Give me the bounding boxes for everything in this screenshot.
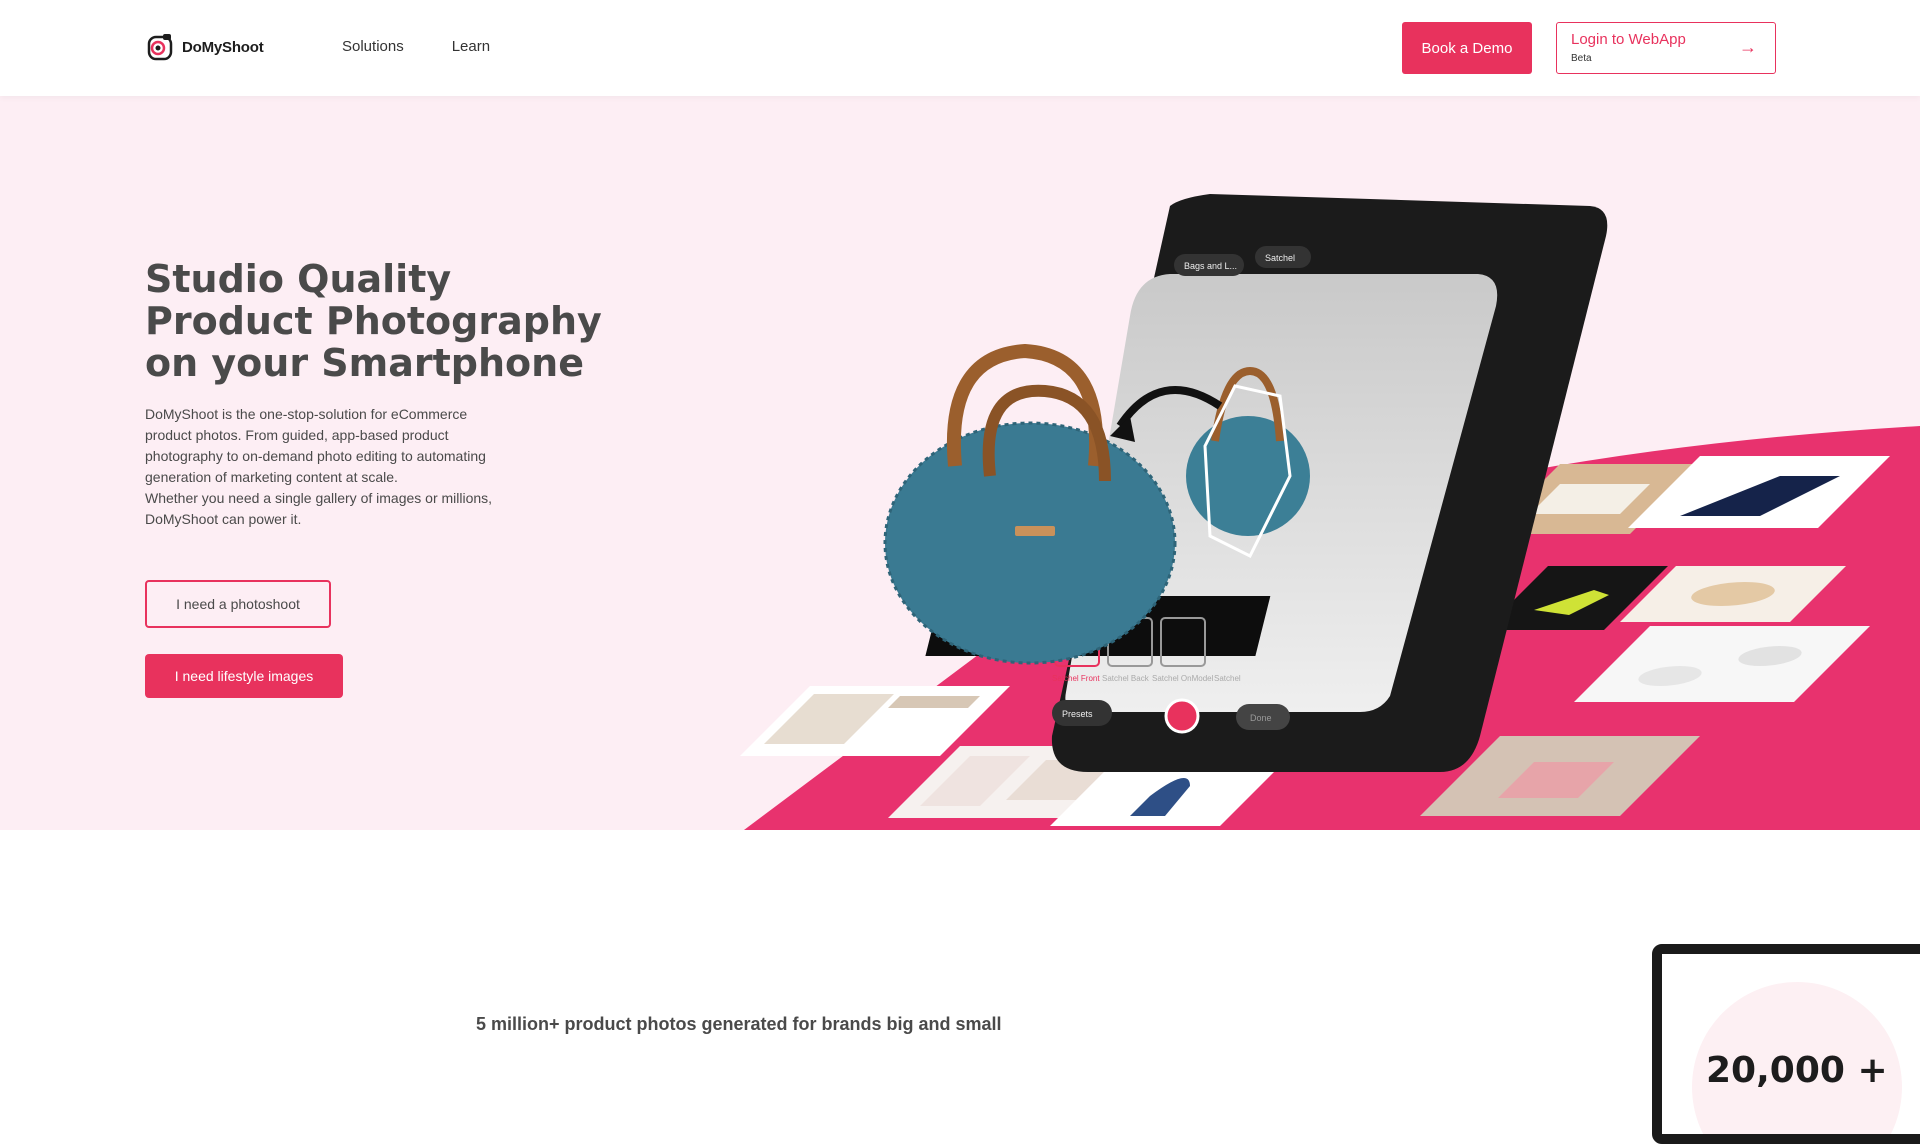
hero-description: DoMyShoot is the one-stop-solution for e…: [145, 404, 505, 530]
hero-description-1: DoMyShoot is the one-stop-solution for e…: [145, 406, 486, 485]
thumb-label-front: Satchel Front: [1052, 674, 1100, 683]
hero-illustration: Bags and L... Satchel Satchel Front Satc…: [740, 194, 1920, 830]
hero-title-line-3: on your Smartphone: [145, 341, 584, 385]
site-header: DoMyShoot Solutions Learn Book a Demo Lo…: [0, 0, 1920, 96]
book-demo-button[interactable]: Book a Demo: [1402, 22, 1532, 74]
done-label: Done: [1250, 713, 1272, 723]
hero-title: Studio Quality Product Photography on yo…: [145, 258, 705, 384]
nav-item-solutions[interactable]: Solutions: [342, 38, 404, 55]
photoshoot-cta-button[interactable]: I need a photoshoot: [145, 580, 331, 628]
arrow-right-icon: →: [1739, 37, 1757, 57]
main-nav: Solutions Learn: [342, 38, 490, 55]
logo-icon: [147, 34, 173, 61]
stats-count: 20,000 +: [1706, 1050, 1888, 1091]
lifestyle-cta-button[interactable]: I need lifestyle images: [145, 654, 343, 698]
shutter-button: [1164, 698, 1200, 734]
chip-type: Satchel: [1265, 253, 1295, 263]
hero-title-line-1: Studio Quality: [145, 257, 452, 301]
hero-description-2: Whether you need a single gallery of ima…: [145, 490, 493, 527]
stats-heading: 5 million+ product photos generated for …: [476, 1014, 1002, 1034]
hero-title-line-2: Product Photography: [145, 299, 602, 343]
logo-text: DoMyShoot: [182, 38, 264, 56]
chip-category: Bags and L...: [1184, 261, 1237, 271]
logo[interactable]: DoMyShoot: [146, 32, 264, 62]
login-webapp-button[interactable]: Login to WebApp Beta →: [1556, 22, 1776, 74]
thumb-label-satchel: Satchel: [1214, 674, 1241, 683]
hero-section: Studio Quality Product Photography on yo…: [0, 96, 1920, 830]
login-button-label: Login to WebApp: [1571, 31, 1686, 48]
laptop-mockup: 20,000 +: [1652, 944, 1920, 1144]
thumb-label-back: Satchel Back: [1102, 674, 1150, 683]
nav-item-learn[interactable]: Learn: [452, 38, 490, 55]
presets-label: Presets: [1062, 709, 1093, 719]
thumb-label-onmodel: Satchel OnModel: [1152, 674, 1214, 683]
login-button-sublabel: Beta: [1571, 53, 1592, 64]
